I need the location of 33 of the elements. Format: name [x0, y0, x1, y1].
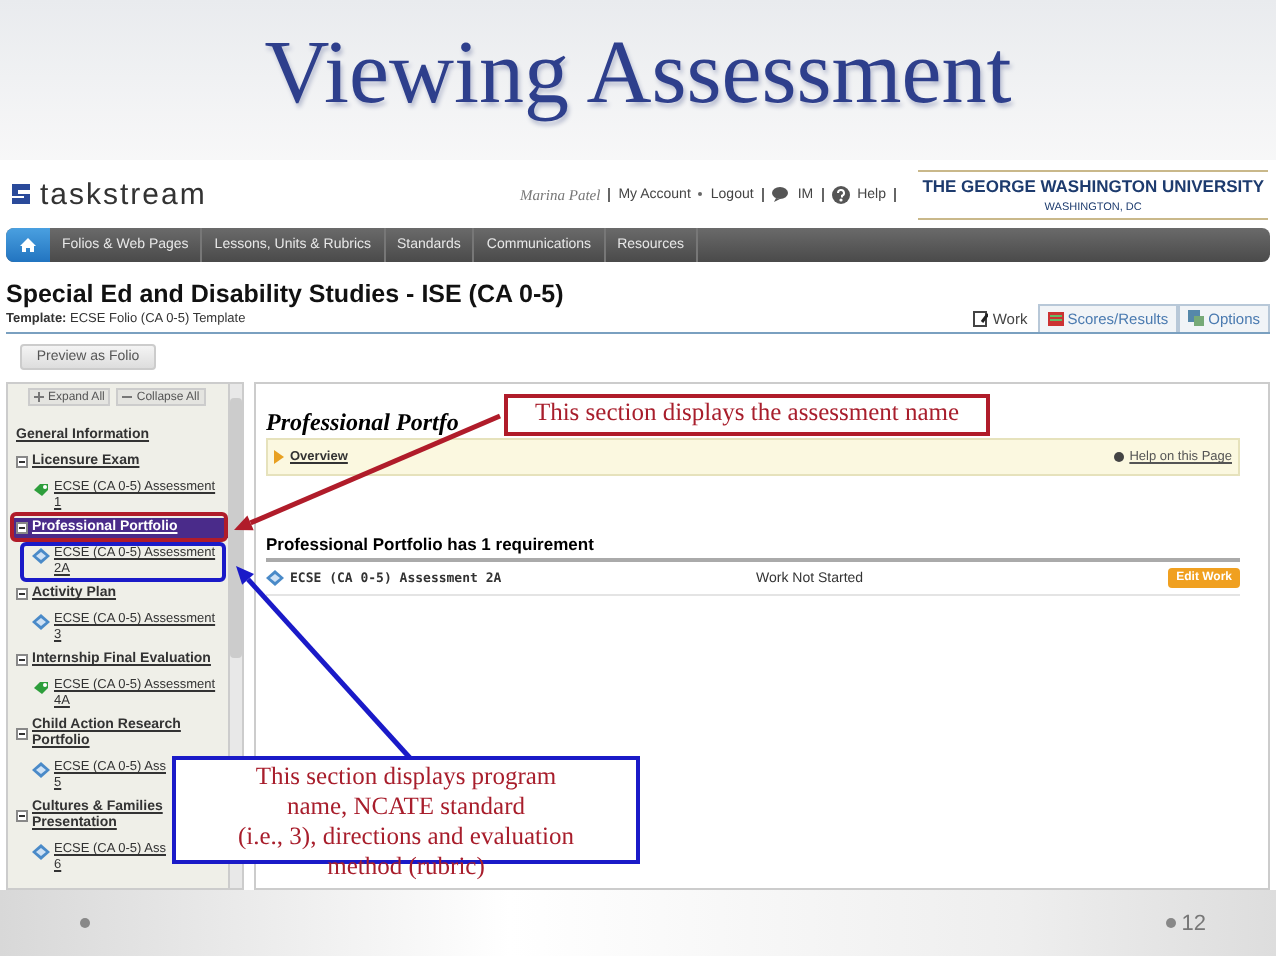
grade-book-icon: [1047, 310, 1064, 328]
logo-icon: [10, 182, 32, 206]
diamond-icon: [32, 762, 50, 778]
callout: This section displays the assessment name: [504, 394, 990, 436]
triangle-icon: [274, 450, 284, 464]
collapse-icon: [16, 456, 28, 468]
minus-icon: [122, 392, 133, 402]
collapse-icon: [16, 522, 28, 534]
bullet-icon: [1165, 918, 1176, 928]
diamond-icon: [32, 548, 50, 564]
home-icon: [20, 238, 36, 252]
page-number: 12: [1181, 911, 1206, 935]
requirements-title: Professional Portfolio has 1 requirement: [266, 534, 1240, 562]
collapse-icon: [16, 810, 28, 822]
collapse-icon: [16, 588, 28, 600]
section-heading: Professional Portfo: [266, 408, 459, 438]
plus-icon: [34, 392, 44, 402]
scrollbar-thumb[interactable]: [230, 398, 242, 658]
slide-title: Viewing Assessment: [264, 20, 1012, 126]
diamond-icon: [32, 614, 50, 630]
home-button[interactable]: [6, 228, 50, 262]
university-name: THE GEORGE WASHINGTON UNIVERSITY: [922, 175, 1264, 195]
doc-icon: [972, 310, 989, 328]
collapse-icon: [16, 654, 28, 666]
tag-icon: [32, 482, 50, 498]
collapse-icon: [16, 728, 28, 740]
diamond-icon: [266, 570, 284, 586]
tag-icon: [32, 680, 50, 696]
diamond-icon: [32, 844, 50, 860]
page-title: Special Ed and Disability Studies - ISE (CA 0-5): [6, 280, 566, 308]
bullet-icon: [80, 918, 90, 928]
logo-text: taskstream: [40, 177, 207, 211]
chat-icon: [771, 186, 790, 202]
